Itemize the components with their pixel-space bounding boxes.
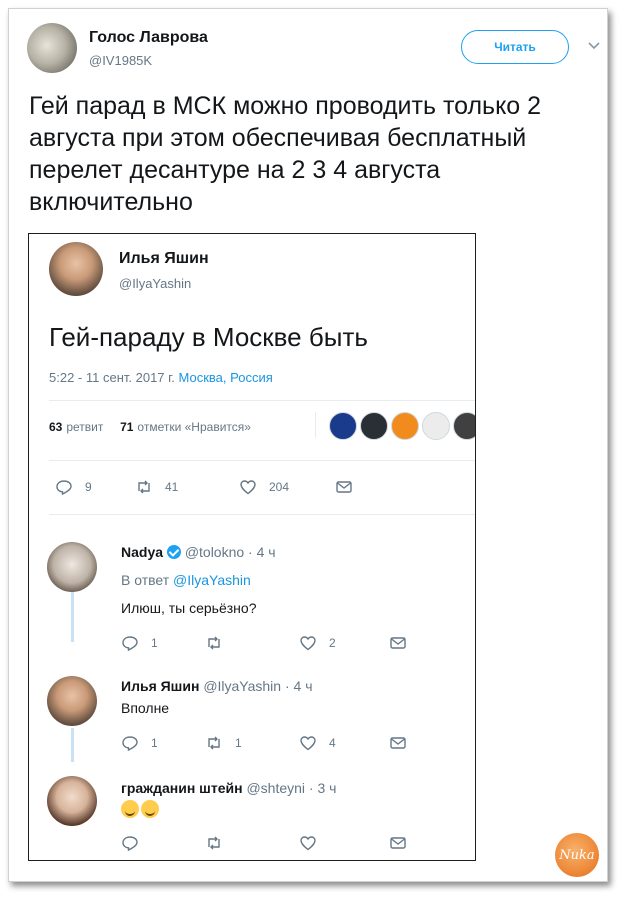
tweet-card: Голос Лаврова @IV1985K Читать Гей парад … xyxy=(8,8,608,882)
reply-header: Nadya @tolokno · 4 ч xyxy=(121,544,276,560)
reply-action[interactable]: 1 xyxy=(121,734,158,752)
likers-avatars xyxy=(329,412,475,440)
in-reply-prefix: В ответ xyxy=(121,572,170,588)
retweet-action[interactable] xyxy=(205,834,235,852)
reply-header: Илья Яшин @IlyaYashin · 4 ч xyxy=(121,678,313,694)
reply-count: 1 xyxy=(151,736,158,750)
like-action[interactable]: 2 xyxy=(299,634,336,652)
envelope-icon xyxy=(390,837,406,849)
reply-author-avatar[interactable] xyxy=(47,776,97,826)
quoted-author-avatar[interactable] xyxy=(49,242,103,296)
divider xyxy=(49,460,475,461)
reply-count: 9 xyxy=(85,480,92,494)
divider xyxy=(49,400,475,401)
in-reply-to: В ответ @IlyaYashin xyxy=(121,572,251,588)
liker-avatar[interactable] xyxy=(360,412,388,440)
retweet-icon xyxy=(208,636,220,650)
retweet-action[interactable]: 1 xyxy=(205,734,242,752)
like-action[interactable] xyxy=(299,834,329,852)
retweet-icon xyxy=(208,736,220,750)
retweet-icon xyxy=(208,836,220,850)
retweet-action[interactable]: 41 xyxy=(135,478,178,496)
heart-icon xyxy=(300,636,316,651)
reply-icon xyxy=(122,836,138,852)
author-name[interactable]: Голос Лаврова xyxy=(89,29,208,47)
divider xyxy=(315,412,316,438)
reply-action[interactable]: 1 xyxy=(121,634,158,652)
reply-author-handle[interactable]: @shteyni · 3 ч xyxy=(246,780,336,796)
quoted-tweet[interactable]: Илья Яшин @IlyaYashin Гей-параду в Москв… xyxy=(28,233,476,861)
reply-author-handle[interactable]: @tolokno · 4 ч xyxy=(185,544,276,560)
reply-count: 1 xyxy=(151,636,158,650)
reply-action[interactable] xyxy=(121,834,151,852)
tweet-text: Гей парад в МСК можно проводить только 2… xyxy=(29,92,542,216)
retweet-label[interactable]: ретвит xyxy=(66,420,103,434)
reply-author-name[interactable]: Nadya xyxy=(121,544,163,560)
retweet-icon xyxy=(138,480,150,494)
like-action[interactable]: 204 xyxy=(239,478,289,496)
retweet-count: 1 xyxy=(235,736,242,750)
message-action[interactable] xyxy=(335,478,353,496)
smile-emoji-icon xyxy=(121,800,139,819)
retweet-action-count: 41 xyxy=(165,480,179,494)
reply-header: гражданин штейн @shteyni · 3 ч xyxy=(121,780,336,796)
message-action[interactable] xyxy=(389,734,407,752)
reply-icon xyxy=(122,636,138,652)
author-avatar[interactable] xyxy=(27,23,77,73)
envelope-icon xyxy=(390,737,406,749)
watermark-logo: Nuka xyxy=(555,833,599,877)
reply-author-name[interactable]: Илья Яшин xyxy=(121,678,199,694)
retweet-action[interactable] xyxy=(205,634,235,652)
quoted-author-handle[interactable]: @IlyaYashin xyxy=(119,276,191,291)
tweet-stats: 63 ретвит 71 отметки «Нравится» xyxy=(49,420,251,434)
message-action[interactable] xyxy=(389,634,407,652)
quoted-author-name[interactable]: Илья Яшин xyxy=(119,250,209,268)
reply-icon xyxy=(56,480,72,496)
reply-author-handle[interactable]: @IlyaYashin · 4 ч xyxy=(203,678,312,694)
envelope-icon xyxy=(390,637,406,649)
liker-avatar[interactable] xyxy=(391,412,419,440)
quoted-tweet-date: 5:22 - 11 сент. 2017 г. Москва, Россия xyxy=(49,370,273,385)
reply-author-avatar[interactable] xyxy=(47,676,97,726)
like-count: 2 xyxy=(329,636,336,650)
like-count[interactable]: 71 xyxy=(120,420,133,434)
like-count: 4 xyxy=(329,736,336,750)
envelope-icon xyxy=(336,481,352,493)
follow-button[interactable]: Читать xyxy=(461,30,569,64)
verified-icon xyxy=(166,545,181,559)
heart-icon xyxy=(240,480,256,495)
chevron-down-icon[interactable] xyxy=(586,37,602,53)
liker-avatar[interactable] xyxy=(329,412,357,440)
heart-icon xyxy=(300,836,316,851)
heart-icon xyxy=(300,736,316,751)
liker-avatar[interactable] xyxy=(422,412,450,440)
in-reply-handle[interactable]: @IlyaYashin xyxy=(173,572,251,588)
reply-text: Илюш, ты серьёзно? xyxy=(121,600,257,616)
quoted-tweet-text: Гей-параду в Москве быть xyxy=(49,322,368,352)
like-action[interactable]: 4 xyxy=(299,734,336,752)
liker-avatar[interactable] xyxy=(453,412,475,440)
reply-author-avatar[interactable] xyxy=(47,542,97,592)
message-action[interactable] xyxy=(389,834,407,852)
like-label[interactable]: отметки «Нравится» xyxy=(137,420,251,434)
divider xyxy=(49,514,475,515)
retweet-count[interactable]: 63 xyxy=(49,420,62,434)
reply-author-name[interactable]: гражданин штейн xyxy=(121,780,243,796)
tweet-location[interactable]: Москва, Россия xyxy=(179,370,273,385)
author-handle[interactable]: @IV1985K xyxy=(89,53,152,68)
wink-emoji-icon xyxy=(141,800,159,819)
thread-line xyxy=(71,728,74,762)
reply-text: Вполне xyxy=(121,700,170,716)
thread-line xyxy=(71,586,74,642)
reply-emoji xyxy=(121,800,161,819)
tweet-timestamp[interactable]: 5:22 - 11 сент. 2017 г. xyxy=(49,370,175,385)
reply-icon xyxy=(122,736,138,752)
like-action-count: 204 xyxy=(269,480,290,494)
reply-action[interactable]: 9 xyxy=(55,478,92,496)
